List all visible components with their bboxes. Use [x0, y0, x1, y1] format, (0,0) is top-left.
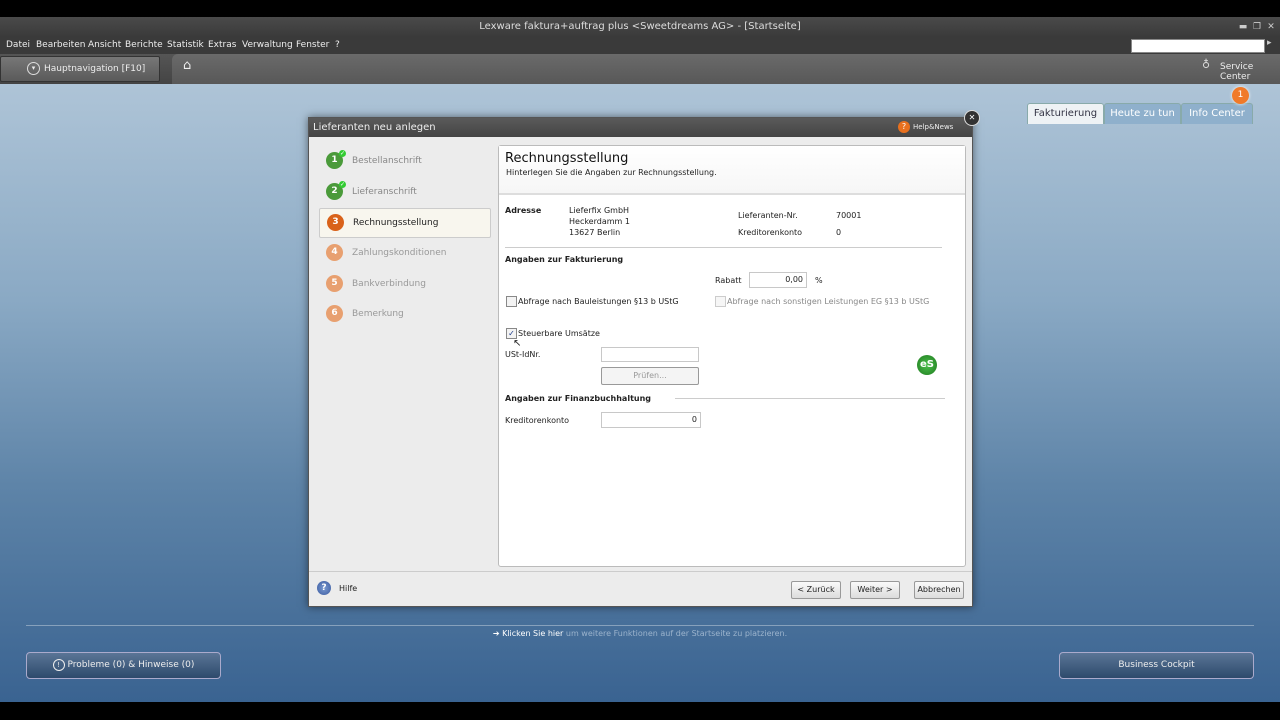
- start-tab: [172, 54, 1280, 84]
- step-number: 5: [326, 275, 343, 292]
- step-label: Lieferanschrift: [352, 187, 417, 197]
- lieferanten-nr-value: 70001: [836, 211, 862, 220]
- bottom-divider: [26, 625, 1254, 626]
- step-label: Zahlungskonditionen: [352, 248, 447, 258]
- chevron-down-icon: ▾: [27, 62, 40, 75]
- dialog-close-icon[interactable]: ✕: [964, 110, 980, 126]
- kreditorenkonto-value: 0: [836, 228, 842, 237]
- search-dropdown-icon[interactable]: ▸: [1267, 38, 1272, 48]
- step-number: 4: [326, 244, 343, 261]
- lieferant-dialog: Lieferanten neu anlegen ? Help&News ✕ 1 …: [308, 110, 980, 607]
- abbrechen-button[interactable]: Abbrechen: [914, 581, 964, 599]
- panel-heading: Rechnungsstellung: [505, 151, 629, 166]
- business-cockpit-button[interactable]: Business Cockpit: [1059, 652, 1254, 679]
- ustid-input[interactable]: [601, 347, 699, 362]
- adresse-line-3: 13627 Berlin: [569, 228, 621, 237]
- step-number: 6: [326, 305, 343, 322]
- hauptnavigation-label: Hauptnavigation [F10]: [44, 64, 146, 74]
- probleme-label: Probleme (0) & Hinweise (0): [67, 660, 195, 670]
- probleme-button[interactable]: ! Probleme (0) & Hinweise (0): [26, 652, 221, 679]
- step-lieferanschrift[interactable]: 2 ✓ Lieferanschrift: [319, 178, 489, 206]
- menu-berichte[interactable]: Berichte: [125, 37, 163, 54]
- menu-datei[interactable]: Datei: [6, 37, 30, 54]
- menu-fenster[interactable]: Fenster: [296, 37, 329, 54]
- lieferanten-nr-label: Lieferanten-Nr.: [738, 211, 798, 220]
- minimize-icon[interactable]: ▬: [1236, 17, 1250, 37]
- menu-statistik[interactable]: Statistik: [167, 37, 204, 54]
- bauleistungen-label: Abfrage nach Bauleistungen §13 b UStG: [518, 297, 679, 306]
- ustid-label: USt-IdNr.: [505, 350, 541, 359]
- divider: [675, 398, 945, 399]
- fibu-kreditorenkonto-label: Kreditorenkonto: [505, 416, 570, 425]
- rabatt-unit: %: [815, 276, 823, 285]
- step-label: Bankverbindung: [352, 279, 426, 289]
- adresse-line-1: Lieferfix GmbH: [569, 206, 630, 215]
- rabatt-label: Rabatt: [715, 276, 742, 285]
- adresse-line-2: Heckerdamm 1: [569, 217, 630, 226]
- menu-extras[interactable]: Extras: [208, 37, 236, 54]
- help-icon[interactable]: ?: [317, 581, 331, 595]
- menu-help[interactable]: ?: [335, 37, 340, 54]
- menu-verwaltung[interactable]: Verwaltung: [242, 37, 293, 54]
- kreditorenkonto-label: Kreditorenkonto: [738, 228, 803, 237]
- warning-icon: !: [52, 658, 65, 671]
- step-bestellanschrift[interactable]: 1 ✓ Bestellanschrift: [319, 147, 489, 175]
- panel-subheading: Hinterlegen Sie die Angaben zur Rechnung…: [506, 168, 717, 177]
- arrow-icon: ➔: [492, 629, 500, 638]
- klicken-link[interactable]: Klicken Sie hier: [502, 629, 563, 638]
- dialog-title: Lieferanten neu anlegen: [313, 122, 436, 133]
- help-news-icon: ?: [898, 121, 910, 133]
- step-rechnungsstellung[interactable]: 3 Rechnungsstellung: [319, 208, 491, 238]
- help-news-link[interactable]: Help&News: [913, 118, 953, 137]
- tab-heute-zu-tun[interactable]: Heute zu tun: [1104, 103, 1181, 124]
- step-zahlungskonditionen[interactable]: 4 Zahlungskonditionen: [319, 239, 489, 267]
- weiter-button[interactable]: Weiter >: [850, 581, 900, 599]
- step-bemerkung[interactable]: 6 Bemerkung: [319, 300, 489, 328]
- adresse-label: Adresse: [505, 206, 542, 215]
- menu-bar: Datei Bearbeiten Ansicht Berichte Statis…: [0, 37, 1280, 54]
- mouse-cursor-icon: ↖: [513, 338, 522, 349]
- steuerbar-label: Steuerbare Umsätze: [518, 329, 600, 338]
- fibu-kreditorenkonto-input[interactable]: 0: [601, 412, 701, 428]
- menu-bearbeiten[interactable]: Bearbeiten: [36, 37, 85, 54]
- window-title: Lexware faktura+auftrag plus <Sweetdream…: [479, 21, 801, 32]
- check-icon: ✓: [339, 181, 346, 188]
- info-badge: 1: [1232, 87, 1249, 104]
- step-label: Bestellanschrift: [352, 156, 422, 166]
- step-number: 3: [327, 214, 344, 231]
- panel-header: Rechnungsstellung Hinterlegen Sie die An…: [499, 146, 965, 195]
- sonstige-checkbox[interactable]: [715, 296, 726, 307]
- tab-fakturierung[interactable]: Fakturierung: [1027, 103, 1104, 124]
- dialog-title-bar: Lieferanten neu anlegen ? Help&News: [309, 118, 972, 137]
- bauleistungen-checkbox[interactable]: [506, 296, 517, 307]
- close-icon[interactable]: ✕: [1264, 17, 1278, 37]
- footer-divider: [309, 571, 972, 572]
- rabatt-input[interactable]: 0,00: [749, 272, 807, 288]
- search-input[interactable]: [1131, 39, 1265, 53]
- sonstige-label: Abfrage nach sonstigen Leistungen EG §13…: [727, 297, 930, 306]
- hilfe-link[interactable]: Hilfe: [339, 584, 357, 593]
- home-icon[interactable]: ⌂: [183, 58, 191, 73]
- hauptnavigation-button[interactable]: ▾ Hauptnavigation [F10]: [0, 56, 160, 82]
- menu-ansicht[interactable]: Ansicht: [88, 37, 121, 54]
- bottom-hint: ➔ Klicken Sie hier um weitere Funktionen…: [0, 629, 1280, 638]
- service-center-link[interactable]: Service Center: [1220, 62, 1280, 82]
- check-icon: ✓: [339, 150, 346, 157]
- tab-info-center[interactable]: Info Center: [1181, 103, 1253, 124]
- fibu-section-title: Angaben zur Finanzbuchhaltung: [505, 394, 652, 403]
- step-bankverbindung[interactable]: 5 Bankverbindung: [319, 270, 489, 298]
- lightbulb-icon: ♁: [1202, 58, 1211, 71]
- title-bar: Lexware faktura+auftrag plus <Sweetdream…: [0, 17, 1280, 37]
- es-badge-icon[interactable]: eS: [917, 355, 937, 375]
- faktura-section-title: Angaben zur Fakturierung: [505, 255, 624, 264]
- zurueck-button[interactable]: < Zurück: [791, 581, 841, 599]
- restore-icon[interactable]: ❐: [1250, 17, 1264, 37]
- pruefen-button[interactable]: Prüfen...: [601, 367, 699, 385]
- divider: [505, 247, 942, 248]
- content-panel: Rechnungsstellung Hinterlegen Sie die An…: [498, 145, 966, 567]
- bottom-hint-text: um weitere Funktionen auf der Startseite…: [565, 629, 788, 638]
- step-label: Bemerkung: [352, 309, 404, 319]
- step-label: Rechnungsstellung: [353, 218, 439, 228]
